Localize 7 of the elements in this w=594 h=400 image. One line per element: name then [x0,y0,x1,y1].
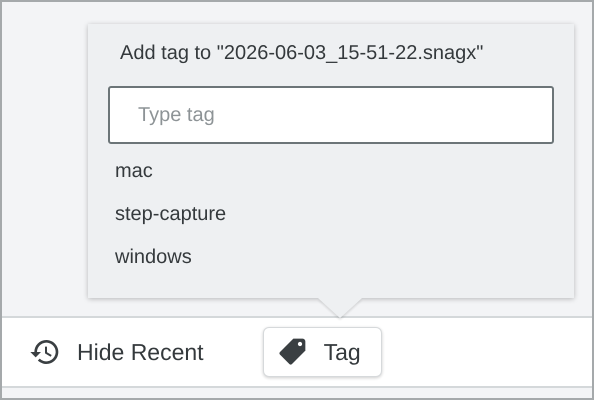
tag-input-field[interactable]: Type tag [108,86,554,144]
tag-button[interactable]: Tag [262,327,382,377]
tag-suggestion[interactable]: mac [115,157,153,185]
popup-title: Add tag to "2026-06-03_15-51-22.snagx" [120,42,484,65]
tag-suggestion[interactable]: step-capture [115,200,226,228]
hide-recent-button[interactable]: Hide Recent [28,327,225,377]
tag-suggestion[interactable]: windows [115,243,192,271]
